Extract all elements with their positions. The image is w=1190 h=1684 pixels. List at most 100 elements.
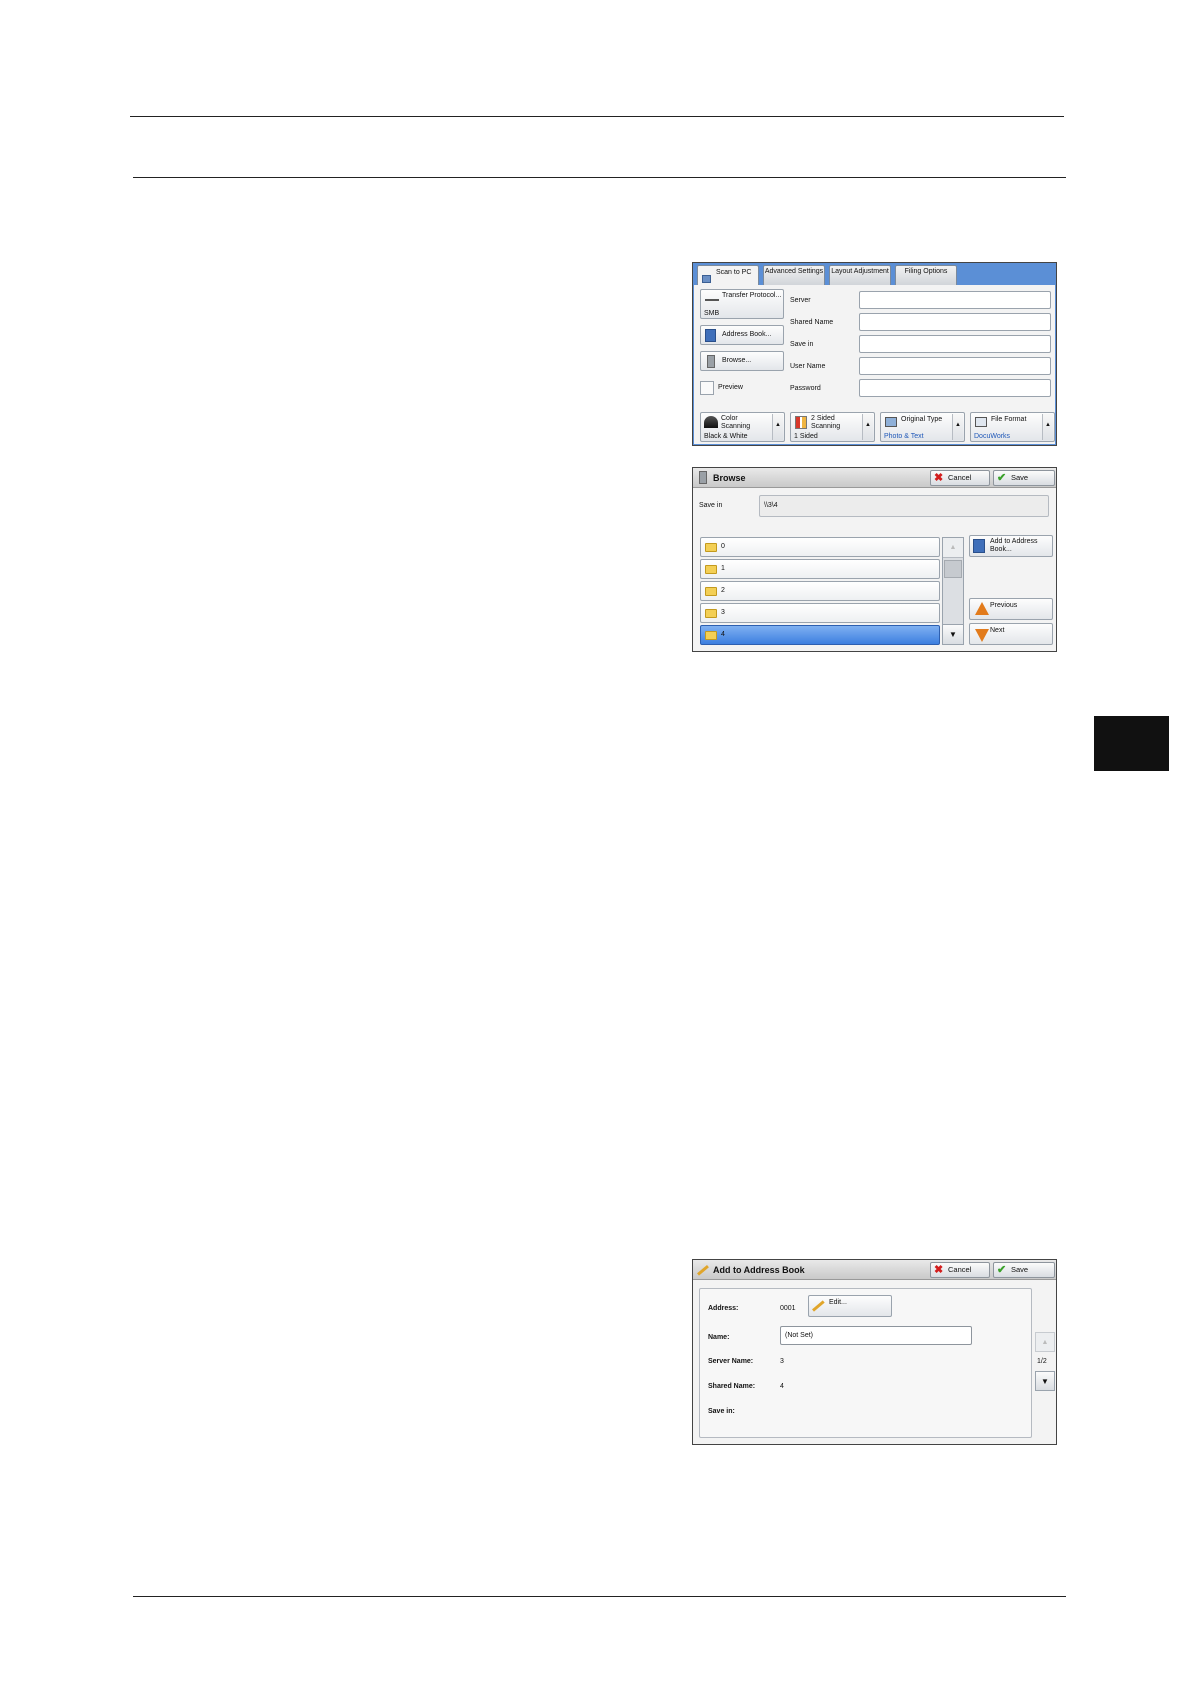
save-in-path: \\3\4 <box>764 502 778 509</box>
folder-icon <box>705 587 717 596</box>
page-indicator: 1/2 <box>1037 1358 1047 1365</box>
save-button[interactable]: ✔ Save <box>993 470 1055 486</box>
folder-label: 0 <box>721 543 725 550</box>
address-book-icon <box>705 329 716 342</box>
tab-advanced-settings-label: Advanced Settings <box>764 268 824 275</box>
tab-scan-to-pc[interactable]: Scan to PC <box>697 265 759 287</box>
two-sided-scanning-label: 2 Sided Scanning <box>811 415 841 430</box>
header-rule-bottom <box>133 177 1066 178</box>
close-icon: ✖ <box>934 472 944 484</box>
name-field[interactable]: (Not Set) <box>780 1326 972 1345</box>
edit-icon <box>697 1264 709 1276</box>
chevron-up-icon[interactable]: ▲ <box>1042 414 1053 440</box>
folder-item-0[interactable]: 0 <box>700 537 940 557</box>
scroll-up-button[interactable]: ▲ <box>943 538 963 558</box>
save-in-label: Save in: <box>708 1408 735 1415</box>
previous-label: Previous <box>990 602 1018 609</box>
color-scanning-icon <box>704 416 718 428</box>
preview-checkbox[interactable] <box>700 381 714 395</box>
add-to-address-book-title: Add to Address Book <box>713 1265 805 1275</box>
browse-button[interactable]: Browse... <box>700 351 784 371</box>
cancel-button[interactable]: ✖ Cancel <box>930 1262 990 1278</box>
shared-name-field[interactable] <box>859 313 1051 331</box>
save-label: Save <box>1011 1265 1029 1274</box>
cancel-button[interactable]: ✖ Cancel <box>930 470 990 486</box>
folder-icon <box>705 543 717 552</box>
address-entry-details: Address: 0001 Edit... Name: (Not Set) Se… <box>699 1288 1032 1438</box>
arrow-up-icon <box>975 602 989 615</box>
network-icon <box>705 299 719 301</box>
server-name-label: Server Name: <box>708 1358 754 1365</box>
save-button[interactable]: ✔ Save <box>993 1262 1055 1278</box>
scanner-icon <box>702 275 711 283</box>
color-scanning-button[interactable]: Color Scanning Black & White ▲ <box>700 412 785 442</box>
server-field[interactable] <box>859 291 1051 309</box>
chevron-up-icon[interactable]: ▲ <box>772 414 783 440</box>
folder-item-3[interactable]: 3 <box>700 603 940 623</box>
header-rule-top <box>130 116 1064 117</box>
save-in-field[interactable] <box>859 335 1051 353</box>
server-name-value: 3 <box>780 1358 784 1365</box>
edit-label: Edit... <box>829 1299 847 1306</box>
file-format-button[interactable]: File Format DocuWorks ▲ <box>970 412 1055 442</box>
page-down-button[interactable]: ▼ <box>1035 1371 1055 1391</box>
add-to-address-book-label: Add to Address Book... <box>990 538 1038 553</box>
password-field[interactable] <box>859 379 1051 397</box>
edit-button[interactable]: Edit... <box>808 1295 892 1317</box>
folder-icon <box>705 631 717 640</box>
tab-filing-options[interactable]: Filing Options <box>895 265 957 286</box>
edit-icon <box>812 1300 825 1312</box>
arrow-down-icon <box>975 629 989 642</box>
preview-label: Preview <box>718 384 743 391</box>
address-book-button[interactable]: Address Book... <box>700 325 784 345</box>
add-to-address-book-button[interactable]: Add to Address Book... <box>969 535 1053 557</box>
original-type-label: Original Type <box>901 416 943 423</box>
password-label: Password <box>790 385 821 392</box>
footer-rule <box>133 1596 1066 1597</box>
chevron-up-icon[interactable]: ▲ <box>952 414 963 440</box>
browse-label: Browse... <box>722 357 752 364</box>
two-sided-scanning-button[interactable]: 2 Sided Scanning 1 Sided ▲ <box>790 412 875 442</box>
cancel-label: Cancel <box>948 1265 972 1274</box>
tab-advanced-settings[interactable]: Advanced Settings <box>763 265 825 286</box>
checkmark-icon: ✔ <box>997 472 1007 484</box>
browse-title: Browse <box>713 473 746 483</box>
folder-label: 4 <box>721 631 725 638</box>
folder-item-2[interactable]: 2 <box>700 581 940 601</box>
previous-button[interactable]: Previous <box>969 598 1053 620</box>
transfer-protocol-button[interactable]: Transfer Protocol... SMB <box>700 289 784 319</box>
transfer-protocol-value: SMB <box>704 310 720 317</box>
chevron-up-icon[interactable]: ▲ <box>862 414 873 440</box>
color-scanning-value: Black & White <box>704 433 748 440</box>
computer-icon <box>707 355 715 368</box>
shared-name-label: Shared Name: <box>708 1383 756 1390</box>
tab-layout-adjustment[interactable]: Layout Adjustment <box>829 265 891 286</box>
folder-label: 3 <box>721 609 725 616</box>
tab-layout-adjustment-label: Layout Adjustment <box>831 268 889 275</box>
folder-icon <box>705 609 717 618</box>
browse-screen: Browse ✖ Cancel ✔ Save Save in \\3\4 0 1… <box>692 467 1057 652</box>
folder-scrollbar[interactable]: ▲ ▼ <box>942 537 964 645</box>
address-book-label: Address Book... <box>722 331 772 338</box>
folder-label: 2 <box>721 587 725 594</box>
scroll-thumb[interactable] <box>944 560 962 578</box>
close-icon: ✖ <box>934 1264 944 1276</box>
folder-label: 1 <box>721 565 725 572</box>
server-label: Server <box>790 297 811 304</box>
shared-name-value: 4 <box>780 1383 784 1390</box>
shared-name-label: Shared Name <box>790 319 834 326</box>
original-type-button[interactable]: Original Type Photo & Text ▲ <box>880 412 965 442</box>
save-label: Save <box>1011 473 1029 482</box>
page-up-button[interactable]: ▲ <box>1035 1332 1055 1352</box>
save-in-label: Save in <box>699 502 723 509</box>
save-in-label: Save in <box>790 341 814 348</box>
tab-bar: Scan to PC Advanced Settings Layout Adju… <box>693 263 1056 287</box>
next-button[interactable]: Next <box>969 623 1053 645</box>
original-type-value: Photo & Text <box>884 433 924 440</box>
folder-item-4[interactable]: 4 <box>700 625 940 645</box>
user-name-field[interactable] <box>859 357 1051 375</box>
tab-filing-options-label: Filing Options <box>904 268 948 275</box>
cancel-label: Cancel <box>948 473 972 482</box>
scroll-down-button[interactable]: ▼ <box>943 624 963 644</box>
folder-item-1[interactable]: 1 <box>700 559 940 579</box>
